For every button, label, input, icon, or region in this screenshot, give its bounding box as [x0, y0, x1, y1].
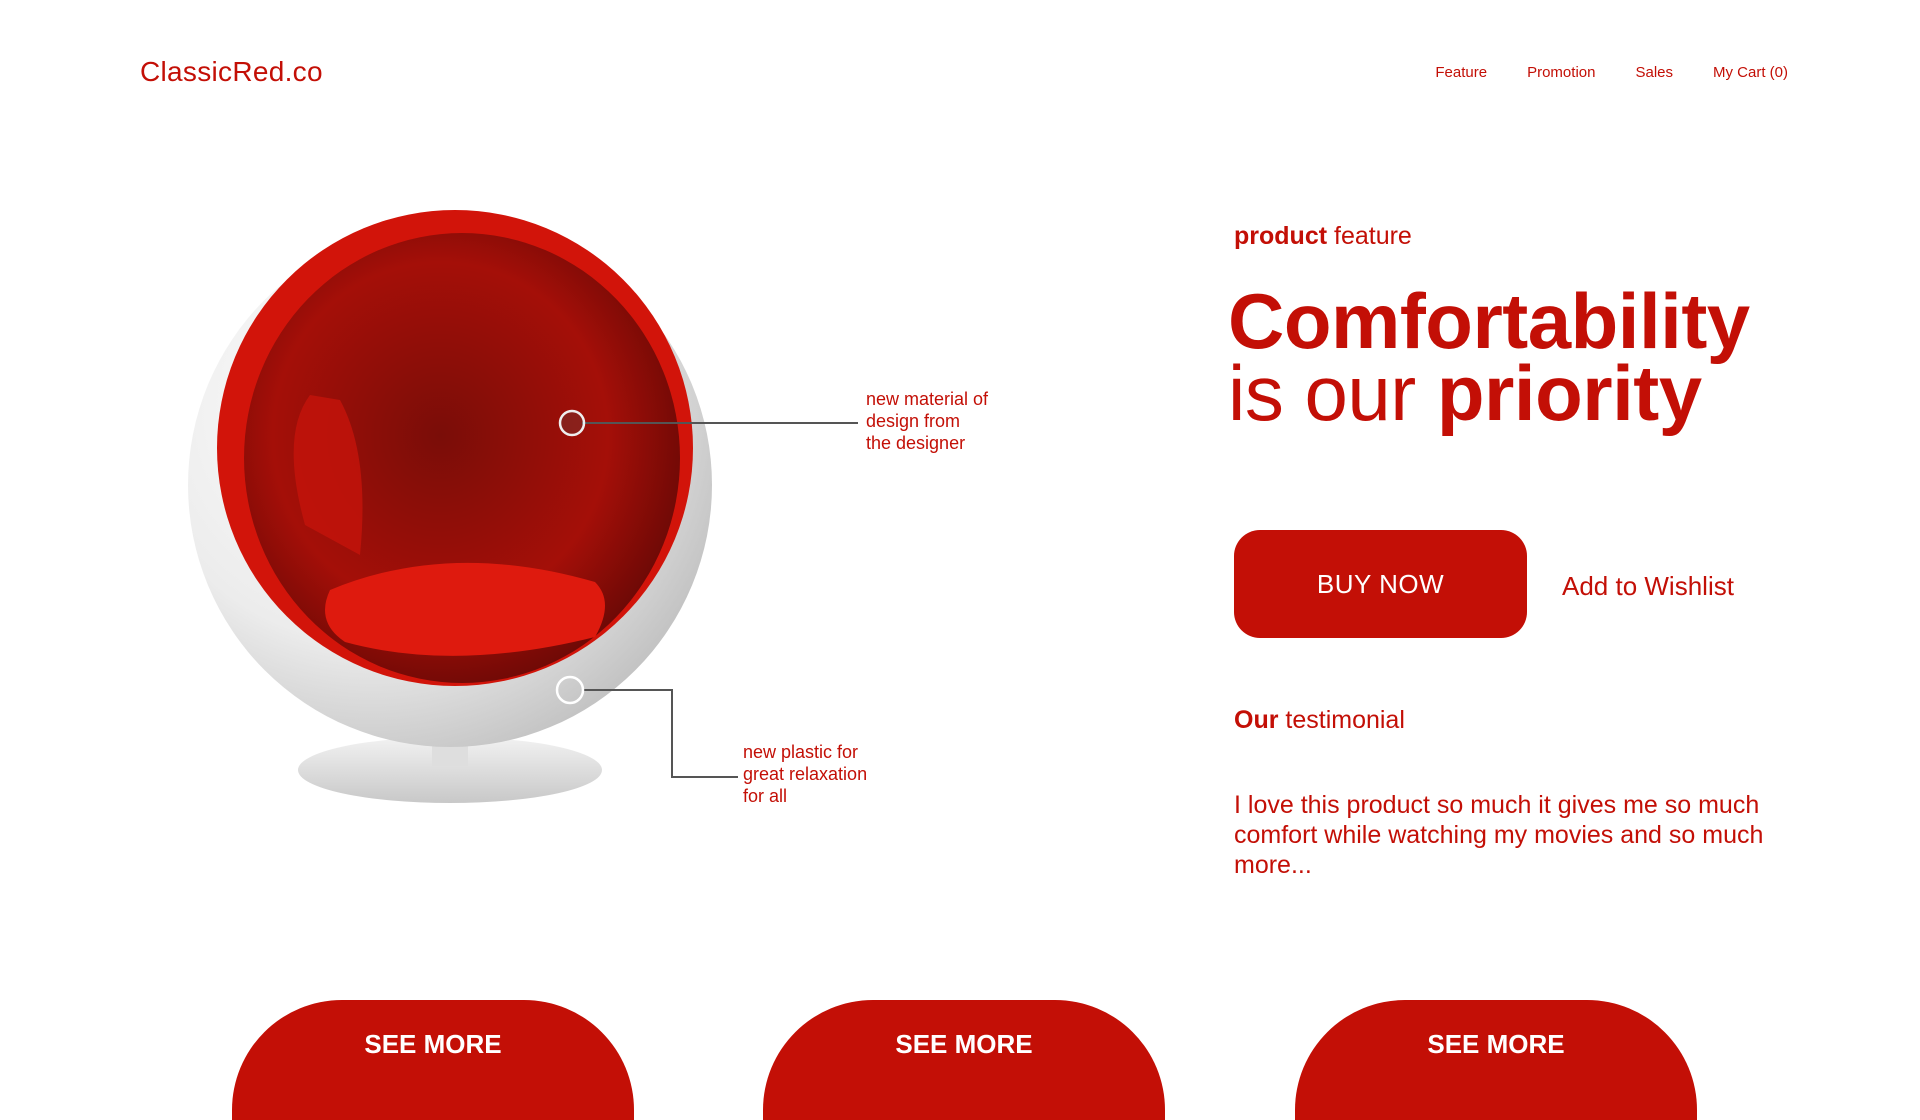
testimonial-heading-rest: testimonial — [1278, 706, 1405, 734]
site-logo[interactable]: ClassicRed.co — [140, 56, 323, 88]
nav-cart-link[interactable]: My Cart (0) — [1713, 64, 1788, 81]
eyebrow-rest: feature — [1327, 222, 1412, 250]
callout-material-text: new material of design from the designer — [866, 389, 989, 453]
nav-feature-link[interactable]: Feature — [1435, 64, 1487, 81]
nav-promotion-link[interactable]: Promotion — [1527, 64, 1595, 81]
headline-line2: is our priority — [1228, 354, 1848, 432]
page-headline: Comfortability is our priority — [1228, 277, 1848, 432]
main-nav: Feature Promotion Sales My Cart (0) — [1435, 64, 1788, 81]
headline-line2-bold: priority — [1436, 349, 1702, 437]
headline-line2-light: is our — [1228, 349, 1437, 437]
callout-plastic-text: new plastic for great relaxation for all — [743, 742, 868, 806]
testimonial-heading-bold: Our — [1234, 706, 1279, 734]
see-more-button-1[interactable]: SEE MORE — [232, 1000, 634, 1120]
testimonial-quote: I love this product so much it gives me … — [1234, 791, 1764, 879]
testimonial-heading: Our testimonial — [1234, 706, 1405, 735]
eyebrow-bold: product — [1234, 222, 1328, 250]
headline-line1: Comfortability — [1228, 277, 1750, 365]
see-more-button-2[interactable]: SEE MORE — [763, 1000, 1165, 1120]
see-more-button-3[interactable]: SEE MORE — [1295, 1000, 1697, 1120]
buy-now-button[interactable]: BUY NOW — [1234, 530, 1527, 638]
section-eyebrow: product feature — [1234, 222, 1412, 251]
product-image — [180, 210, 720, 830]
add-to-wishlist-link[interactable]: Add to Wishlist — [1562, 571, 1734, 602]
nav-sales-link[interactable]: Sales — [1635, 64, 1673, 81]
